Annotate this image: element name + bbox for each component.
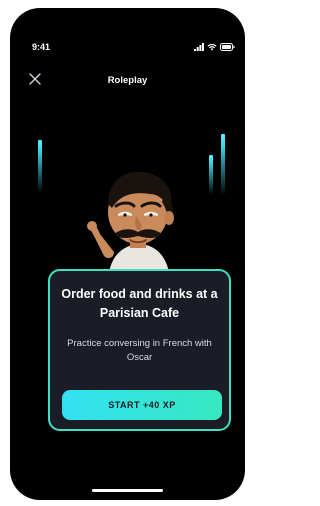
roleplay-card: Order food and drinks at a Parisian Cafe…: [48, 269, 231, 431]
status-bar: 9:41: [10, 42, 245, 56]
wifi-icon: [207, 44, 217, 51]
glow-bar-right-short: [209, 155, 213, 195]
character-illustration: [87, 171, 174, 284]
signal-icon: [194, 43, 204, 51]
glow-bar-left: [38, 140, 42, 194]
start-button[interactable]: START +40 XP: [62, 390, 222, 420]
card-subtitle: Practice conversing in French with Oscar: [67, 338, 212, 363]
home-indicator[interactable]: [92, 489, 163, 492]
glow-bar-right-tall: [221, 134, 225, 196]
phone-screen: 9:41 Roleplay Order food and drinks at a…: [10, 8, 245, 500]
page-title: Roleplay: [107, 75, 148, 86]
card-title: Order food and drinks at a Parisian Cafe: [61, 287, 218, 320]
header: Roleplay: [10, 72, 245, 92]
status-icons: [194, 43, 235, 51]
battery-icon: [220, 43, 235, 51]
status-time: 9:41: [32, 42, 51, 52]
